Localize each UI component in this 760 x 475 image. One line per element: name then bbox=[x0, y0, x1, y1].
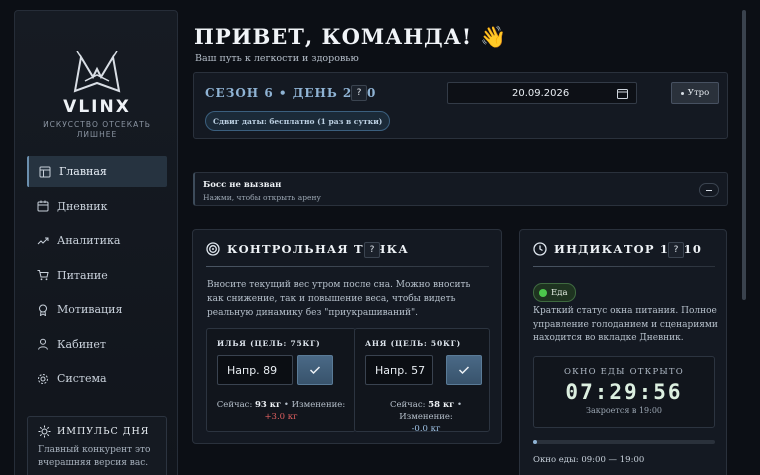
lynx-logo-icon bbox=[73, 51, 121, 93]
progress-fill bbox=[533, 440, 537, 444]
date-input[interactable]: 20.09.2026 bbox=[447, 82, 637, 104]
user-icon bbox=[38, 338, 48, 350]
eating-window-timer: ОКНО ЕДЫ ОТКРЫТО 07:29:56 Закроется в 19… bbox=[533, 356, 715, 428]
person-label: ИЛЬЯ (ЦЕЛЬ: 75КГ) bbox=[217, 339, 321, 348]
sidebar-item-label: Питание bbox=[57, 268, 108, 282]
weight-input[interactable]: Напр. 57 bbox=[365, 355, 433, 385]
minus-icon bbox=[706, 189, 712, 191]
sidebar-item-label: Главная bbox=[59, 165, 107, 178]
sidebar-item-system[interactable]: Система bbox=[27, 363, 167, 394]
time-of-day-label: Утро bbox=[687, 88, 710, 98]
brand-tagline: ИСКУССТВО ОТСЕКАТЬ ЛИШНЕЕ bbox=[43, 120, 151, 139]
person-label: АНЯ (ЦЕЛЬ: 50КГ) bbox=[365, 339, 461, 348]
sidebar-item-label: Мотивация bbox=[57, 303, 123, 316]
weight-stats: Сейчас: 58 кг • Изменение: -0.0 кг bbox=[389, 400, 463, 434]
sidebar-item-nutrition[interactable]: Питание bbox=[27, 260, 167, 291]
layout-icon bbox=[39, 166, 51, 177]
boss-subtitle: Нажми, чтобы открыть арену bbox=[203, 193, 321, 202]
weight-stats: Сейчас: 93 кг • Изменение: +3.0 кг bbox=[216, 400, 346, 422]
submit-weight-button[interactable] bbox=[446, 355, 482, 385]
weight-change: -0.0 кг bbox=[411, 424, 441, 434]
cart-icon bbox=[37, 270, 49, 281]
impulse-text: Главный конкурент это вчерашняя версия в… bbox=[38, 445, 151, 468]
target-icon bbox=[206, 242, 220, 256]
sidebar-item-analytics[interactable]: Аналитика bbox=[27, 225, 167, 256]
sidebar: VLINX ИСКУССТВО ОТСЕКАТЬ ЛИШНЕЕ Главная … bbox=[14, 10, 178, 475]
time-of-day-button[interactable]: Утро bbox=[671, 82, 719, 104]
sidebar-item-label: Дневник bbox=[57, 199, 108, 213]
gear-icon bbox=[38, 373, 48, 384]
sun-icon bbox=[38, 425, 51, 438]
sidebar-item-cabinet[interactable]: Кабинет bbox=[27, 329, 167, 360]
status-dot-icon bbox=[539, 288, 547, 297]
check-icon bbox=[458, 366, 470, 375]
sidebar-item-motivation[interactable]: Мотивация bbox=[27, 294, 167, 325]
indicator-help-button[interactable]: ? bbox=[668, 242, 684, 258]
timer-label: ОКНО ЕДЫ ОТКРЫТО bbox=[564, 367, 684, 377]
timer-value: 07:29:56 bbox=[565, 380, 683, 404]
scrollbar[interactable] bbox=[742, 10, 746, 300]
brand-logo: VLINX ИСКУССТВО ОТСЕКАТЬ ЛИШНЕЕ bbox=[15, 51, 179, 140]
divider bbox=[206, 266, 489, 267]
person-card-anya: АНЯ (ЦЕЛЬ: 50КГ) Напр. 57 Сейчас: 58 кг … bbox=[354, 328, 490, 434]
boss-arena-card[interactable]: Босс не вызван Нажми, чтобы открыть арен… bbox=[193, 172, 728, 206]
checkpoint-title: КОНТРОЛЬНАЯ ТОЧКА bbox=[227, 242, 409, 256]
sidebar-item-diary[interactable]: Дневник bbox=[27, 191, 167, 222]
sidebar-nav: Главная Дневник Аналитика Питание Мотива… bbox=[27, 156, 167, 398]
sidebar-item-label: Кабинет bbox=[57, 337, 106, 351]
season-card: СЕЗОН 6 • ДЕНЬ 2/30 ? 20.09.2026 Утро Сд… bbox=[193, 72, 728, 139]
page-subtitle: Ваш путь к легкости и здоровью bbox=[195, 53, 359, 64]
checkpoint-card: КОНТРОЛЬНАЯ ТОЧКА ? Вносите текущий вес … bbox=[192, 229, 502, 444]
checkpoint-description: Вносите текущий вес утром после сна. Мож… bbox=[207, 280, 471, 318]
trend-icon bbox=[37, 237, 49, 244]
season-help-button[interactable]: ? bbox=[351, 85, 367, 101]
date-value: 20.09.2026 bbox=[512, 87, 570, 99]
sidebar-item-home[interactable]: Главная bbox=[27, 156, 167, 187]
checkpoint-help-button[interactable]: ? bbox=[364, 242, 380, 258]
status-badge: Еда bbox=[533, 283, 576, 302]
timer-closes: Закроется в 19:00 bbox=[585, 406, 663, 415]
clock-icon bbox=[533, 242, 547, 256]
medal-icon bbox=[39, 304, 47, 316]
current-weight: 58 кг bbox=[428, 400, 455, 410]
dot-icon bbox=[680, 91, 684, 95]
sidebar-item-label: Система bbox=[57, 372, 107, 385]
collapse-button[interactable] bbox=[699, 183, 719, 197]
indicator-card: ИНДИКАТОР 14/10 ? Еда Краткий статус окн… bbox=[519, 229, 727, 475]
date-shift-badge[interactable]: Сдвиг даты: бесплатно (1 раз в сутки) bbox=[205, 111, 391, 131]
weight-input[interactable]: Напр. 89 bbox=[217, 355, 293, 385]
calendar-icon[interactable] bbox=[617, 88, 628, 99]
daily-impulse-card: ИМПУЛЬС ДНЯ Главный конкурент это вчераш… bbox=[27, 416, 167, 475]
impulse-title: ИМПУЛЬС ДНЯ bbox=[57, 426, 150, 437]
person-card-ilya: ИЛЬЯ (ЦЕЛЬ: 75КГ) Напр. 89 Сейчас: 93 кг… bbox=[206, 328, 356, 432]
current-weight: 93 кг bbox=[255, 400, 282, 410]
calendar-icon bbox=[37, 200, 49, 212]
brand-name: VLINX bbox=[63, 97, 131, 117]
eating-window-range: Окно еды: 09:00 — 19:00 bbox=[533, 455, 645, 465]
divider bbox=[533, 266, 715, 267]
page-title: ПРИВЕТ, КОМАНДА! 👋 bbox=[194, 24, 508, 49]
weight-change: +3.0 кг bbox=[264, 412, 298, 422]
boss-title: Босс не вызван bbox=[203, 180, 282, 190]
sidebar-item-label: Аналитика bbox=[57, 234, 121, 247]
indicator-description: Краткий статус окна питания. Полное упра… bbox=[533, 306, 718, 343]
submit-weight-button[interactable] bbox=[297, 355, 333, 385]
eating-window-progress bbox=[533, 440, 715, 444]
check-icon bbox=[309, 366, 321, 375]
